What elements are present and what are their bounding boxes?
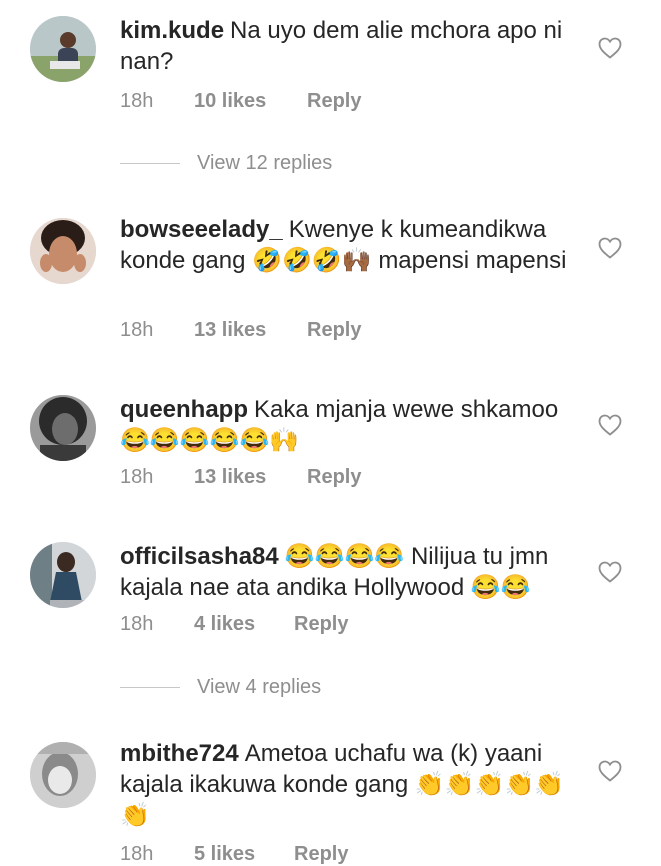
comment-meta: 18h 13 likes Reply (120, 319, 361, 342)
reply-button[interactable]: Reply (307, 319, 361, 342)
avatar[interactable] (30, 542, 96, 608)
divider (120, 163, 180, 165)
comment-time: 18h (120, 843, 154, 865)
comment-username[interactable]: bowseeelady_ (120, 216, 283, 243)
avatar[interactable] (30, 16, 96, 82)
comment-username[interactable]: kim.kude (120, 17, 224, 44)
avatar[interactable] (30, 742, 96, 808)
view-replies-label: View 12 replies (197, 152, 333, 174)
comment-time: 18h (120, 319, 154, 341)
avatar-image (30, 542, 96, 608)
heart-outline-icon[interactable] (598, 760, 622, 782)
reply-button[interactable]: Reply (307, 466, 361, 489)
comment-text: queenhapp Kaka mjanja wewe shkamoo 😂😂😂😂😂🙌 (120, 394, 575, 456)
comment-text: mbithe724 Ametoa uchafu wa (k) yaani kaja… (120, 738, 575, 831)
comment-meta: 18h 13 likes Reply (120, 466, 361, 489)
comment-meta: 18h 4 likes Reply (120, 613, 348, 636)
avatar[interactable] (30, 395, 96, 461)
avatar-image (30, 218, 96, 284)
comment-text: kim.kude Na uyo dem alie mchora apo ni na… (120, 15, 575, 77)
comment-text: bowseeelady_ Kwenye k kumeandikwa konde g… (120, 214, 575, 276)
comment-meta: 18h 10 likes Reply (120, 90, 361, 113)
comment-text: officilsasha84 😂😂😂😂 Nilijua tu jmn kajala… (120, 541, 575, 603)
comment-time: 18h (120, 613, 154, 635)
heart-outline-icon[interactable] (598, 561, 622, 583)
avatar-image (30, 395, 96, 461)
view-replies-button[interactable]: View 12 replies (120, 152, 332, 175)
reply-button[interactable]: Reply (307, 90, 361, 113)
comment-likes[interactable]: 5 likes (194, 843, 294, 866)
view-replies-button[interactable]: View 4 replies (120, 676, 321, 699)
comment-likes[interactable]: 10 likes (194, 90, 307, 113)
reply-button[interactable]: Reply (294, 843, 348, 866)
avatar-image (30, 742, 96, 808)
avatar[interactable] (30, 218, 96, 284)
comment-username[interactable]: queenhapp (120, 396, 248, 423)
comment-likes[interactable]: 13 likes (194, 319, 307, 342)
view-replies-label: View 4 replies (197, 676, 322, 698)
heart-outline-icon[interactable] (598, 237, 622, 259)
comment-time: 18h (120, 90, 154, 112)
comment-meta: 18h 5 likes Reply (120, 843, 348, 866)
comment-likes[interactable]: 13 likes (194, 466, 307, 489)
reply-button[interactable]: Reply (294, 613, 348, 636)
comment-likes[interactable]: 4 likes (194, 613, 294, 636)
heart-outline-icon[interactable] (598, 37, 622, 59)
comment-time: 18h (120, 466, 154, 488)
comment-username[interactable]: mbithe724 (120, 740, 239, 767)
heart-outline-icon[interactable] (598, 414, 622, 436)
comment-username[interactable]: officilsasha84 (120, 543, 279, 570)
avatar-image (30, 16, 96, 82)
divider (120, 687, 180, 689)
